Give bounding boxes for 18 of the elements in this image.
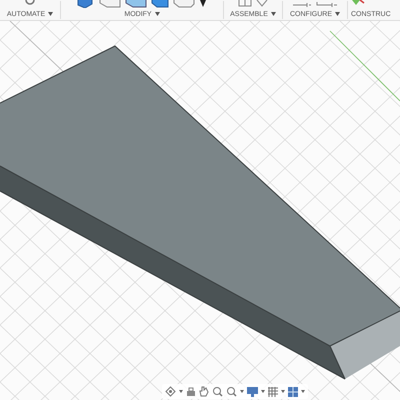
caret-icon[interactable] xyxy=(261,390,265,393)
caret-icon[interactable] xyxy=(240,390,244,393)
gear-icon[interactable] xyxy=(25,0,35,6)
hand-icon[interactable] xyxy=(199,386,209,397)
caret-icon[interactable] xyxy=(270,12,276,16)
triangle-icon[interactable] xyxy=(199,0,207,8)
orbit-icon[interactable] xyxy=(165,386,176,397)
caret-icon[interactable] xyxy=(48,12,54,16)
caret-icon[interactable] xyxy=(179,390,183,393)
zoom-icon[interactable] xyxy=(212,386,223,397)
zoom-window-icon[interactable] xyxy=(226,386,237,397)
caret-icon[interactable] xyxy=(154,12,160,16)
display-icon[interactable] xyxy=(247,386,258,396)
caret-icon[interactable] xyxy=(335,12,340,16)
caret-icon[interactable] xyxy=(301,390,305,393)
grid-icon[interactable] xyxy=(268,386,278,396)
caret-icon[interactable] xyxy=(281,390,285,393)
viewports-icon[interactable] xyxy=(288,386,298,396)
